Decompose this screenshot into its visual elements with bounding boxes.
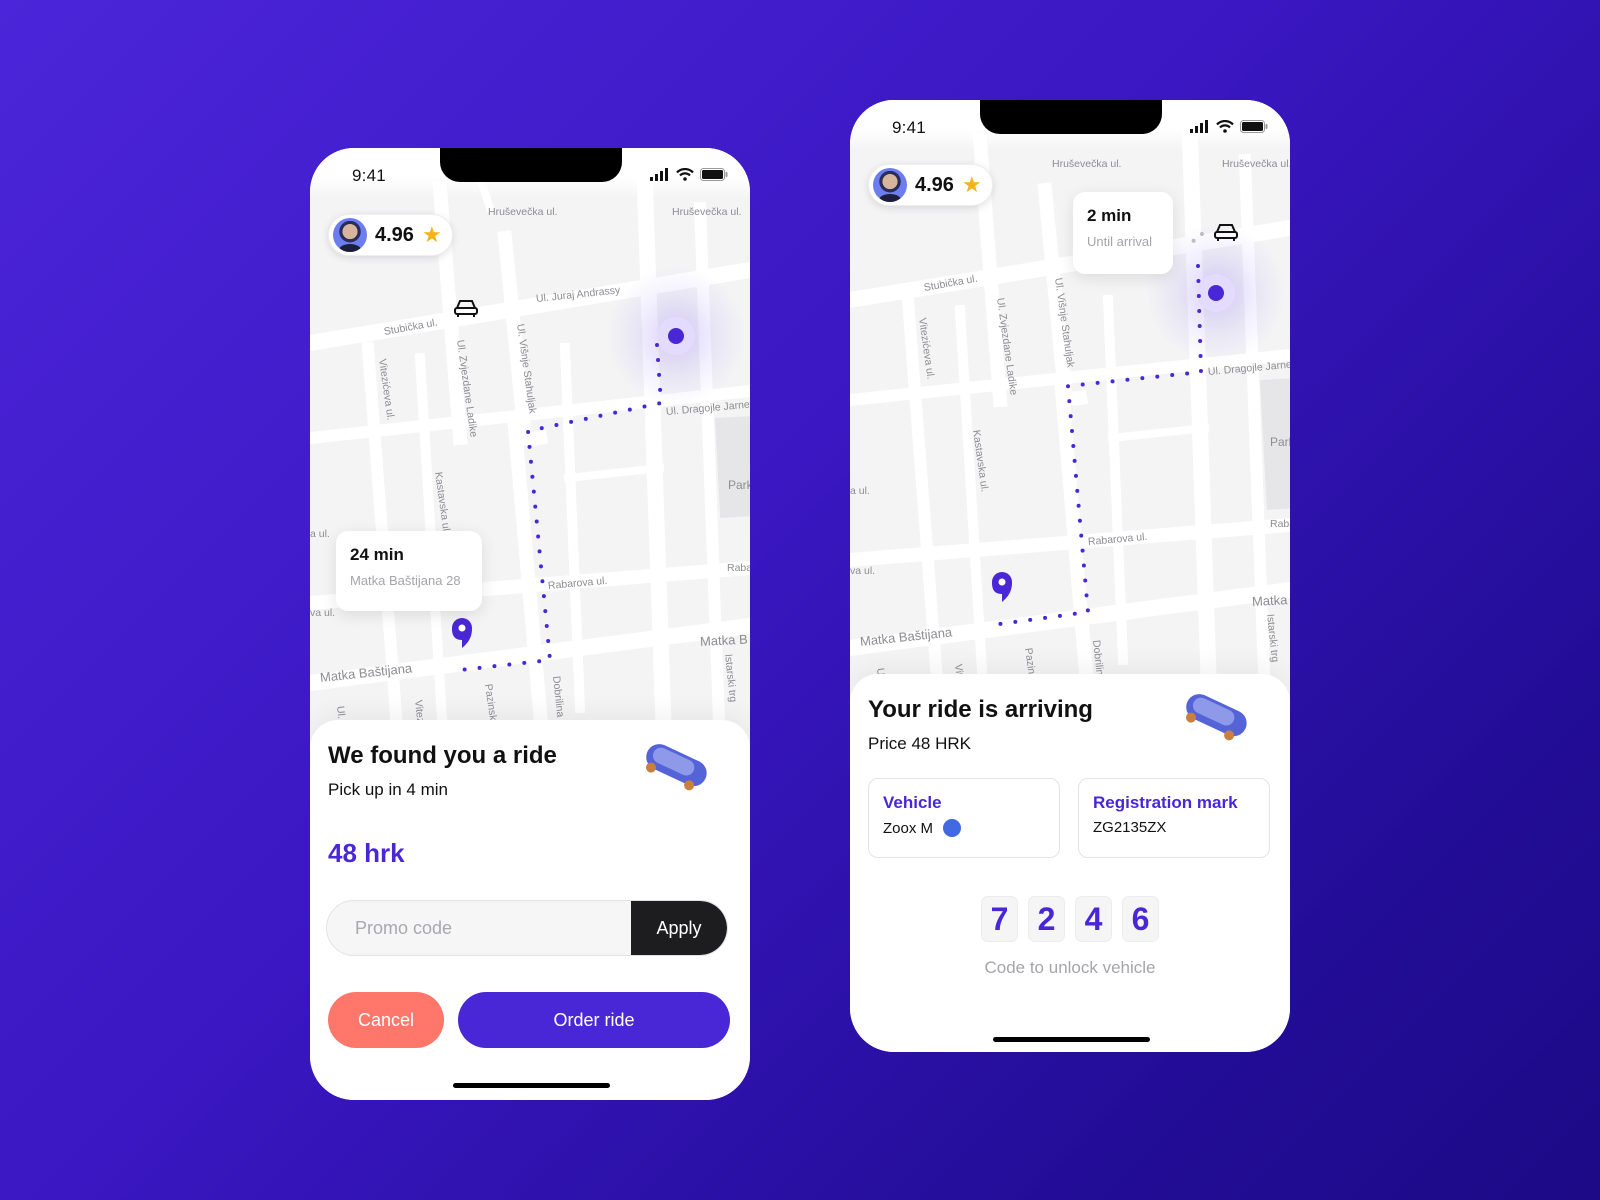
vehicle-label: Vehicle bbox=[883, 793, 942, 812]
vehicle-card: Vehicle Zoox M bbox=[868, 778, 1060, 858]
destination-info-bubble[interactable]: 24 min Matka Baštijana 28 bbox=[336, 531, 482, 611]
unlock-code-digit: 7 bbox=[981, 896, 1018, 942]
arrival-info-bubble[interactable]: 2 min Until arrival bbox=[1073, 192, 1173, 274]
route-dotted-line bbox=[458, 343, 664, 672]
arrival-label: Until arrival bbox=[1087, 234, 1153, 249]
rating-value: 4.96 bbox=[915, 173, 954, 196]
wifi-icon bbox=[1216, 120, 1234, 133]
vehicle-model: Zoox M bbox=[883, 819, 934, 837]
phone-ride-arriving: Hruševečka ul. Hruševečka ul. Stubička u… bbox=[850, 100, 1290, 1052]
user-location-dot bbox=[1208, 285, 1224, 301]
unlock-code-digit: 2 bbox=[1028, 896, 1065, 942]
status-bar: 9:41 bbox=[310, 148, 750, 198]
vehicle-color-swatch bbox=[943, 819, 962, 837]
car-icon bbox=[454, 300, 478, 317]
order-ride-button[interactable]: Order ride bbox=[458, 992, 730, 1048]
promo-code-field: Apply bbox=[326, 900, 728, 956]
signal-icon bbox=[650, 168, 668, 181]
unlock-code: 7 2 4 6 bbox=[850, 896, 1290, 942]
cancel-button[interactable]: Cancel bbox=[328, 992, 444, 1048]
notch bbox=[440, 148, 622, 182]
sheet-title: We found you a ride bbox=[328, 742, 557, 769]
ride-arriving-sheet: Your ride is arriving Price 48 HRK Vehic… bbox=[850, 674, 1290, 1052]
ride-price: 48 hrk bbox=[328, 838, 405, 868]
battery-icon bbox=[1240, 120, 1268, 133]
registration-label: Registration mark bbox=[1093, 793, 1238, 812]
driver-rating-pill[interactable]: 4.96 ★ bbox=[328, 214, 453, 256]
arrival-eta: 2 min bbox=[1087, 206, 1132, 225]
status-time: 9:41 bbox=[892, 118, 926, 137]
star-icon: ★ bbox=[421, 222, 442, 247]
status-time: 9:41 bbox=[352, 166, 386, 185]
destination-address: Matka Baštijana 28 bbox=[350, 573, 461, 588]
unlock-code-caption: Code to unlock vehicle bbox=[984, 958, 1156, 977]
driver-rating-pill[interactable]: 4.96 ★ bbox=[868, 164, 993, 206]
car-illustration-icon bbox=[645, 744, 707, 791]
home-indicator[interactable] bbox=[993, 1037, 1150, 1042]
driver-avatar bbox=[873, 168, 907, 202]
battery-icon bbox=[700, 168, 728, 181]
registration-number: ZG2135ZX bbox=[1093, 819, 1167, 836]
destination-pin-icon bbox=[452, 618, 472, 648]
ride-found-sheet: We found you a ride Pick up in 4 min 48 … bbox=[310, 720, 750, 1100]
trip-duration: 24 min bbox=[350, 545, 404, 564]
wifi-icon bbox=[676, 168, 694, 181]
promo-code-input[interactable] bbox=[327, 901, 631, 955]
registration-card: Registration mark ZG2135ZX bbox=[1078, 778, 1270, 858]
unlock-code-digit: 4 bbox=[1075, 896, 1112, 942]
user-location-dot bbox=[668, 328, 684, 344]
phone-ride-found: Hruševečka ul. Hruševečka ul. Ul. Juraj … bbox=[310, 148, 750, 1100]
signal-icon bbox=[1190, 120, 1208, 133]
home-indicator[interactable] bbox=[453, 1083, 610, 1088]
destination-pin-icon bbox=[992, 572, 1012, 602]
unlock-code-digit: 6 bbox=[1122, 896, 1159, 942]
car-illustration-icon bbox=[1185, 694, 1247, 741]
apply-promo-button[interactable]: Apply bbox=[631, 901, 727, 955]
sheet-title: Your ride is arriving bbox=[868, 696, 1093, 723]
driver-avatar bbox=[333, 218, 367, 252]
ride-price-summary: Price 48 HRK bbox=[868, 734, 971, 753]
rating-value: 4.96 bbox=[375, 223, 414, 246]
pickup-eta: Pick up in 4 min bbox=[328, 780, 448, 799]
notch bbox=[980, 100, 1162, 134]
status-bar: 9:41 bbox=[850, 100, 1290, 150]
star-icon: ★ bbox=[961, 172, 982, 197]
